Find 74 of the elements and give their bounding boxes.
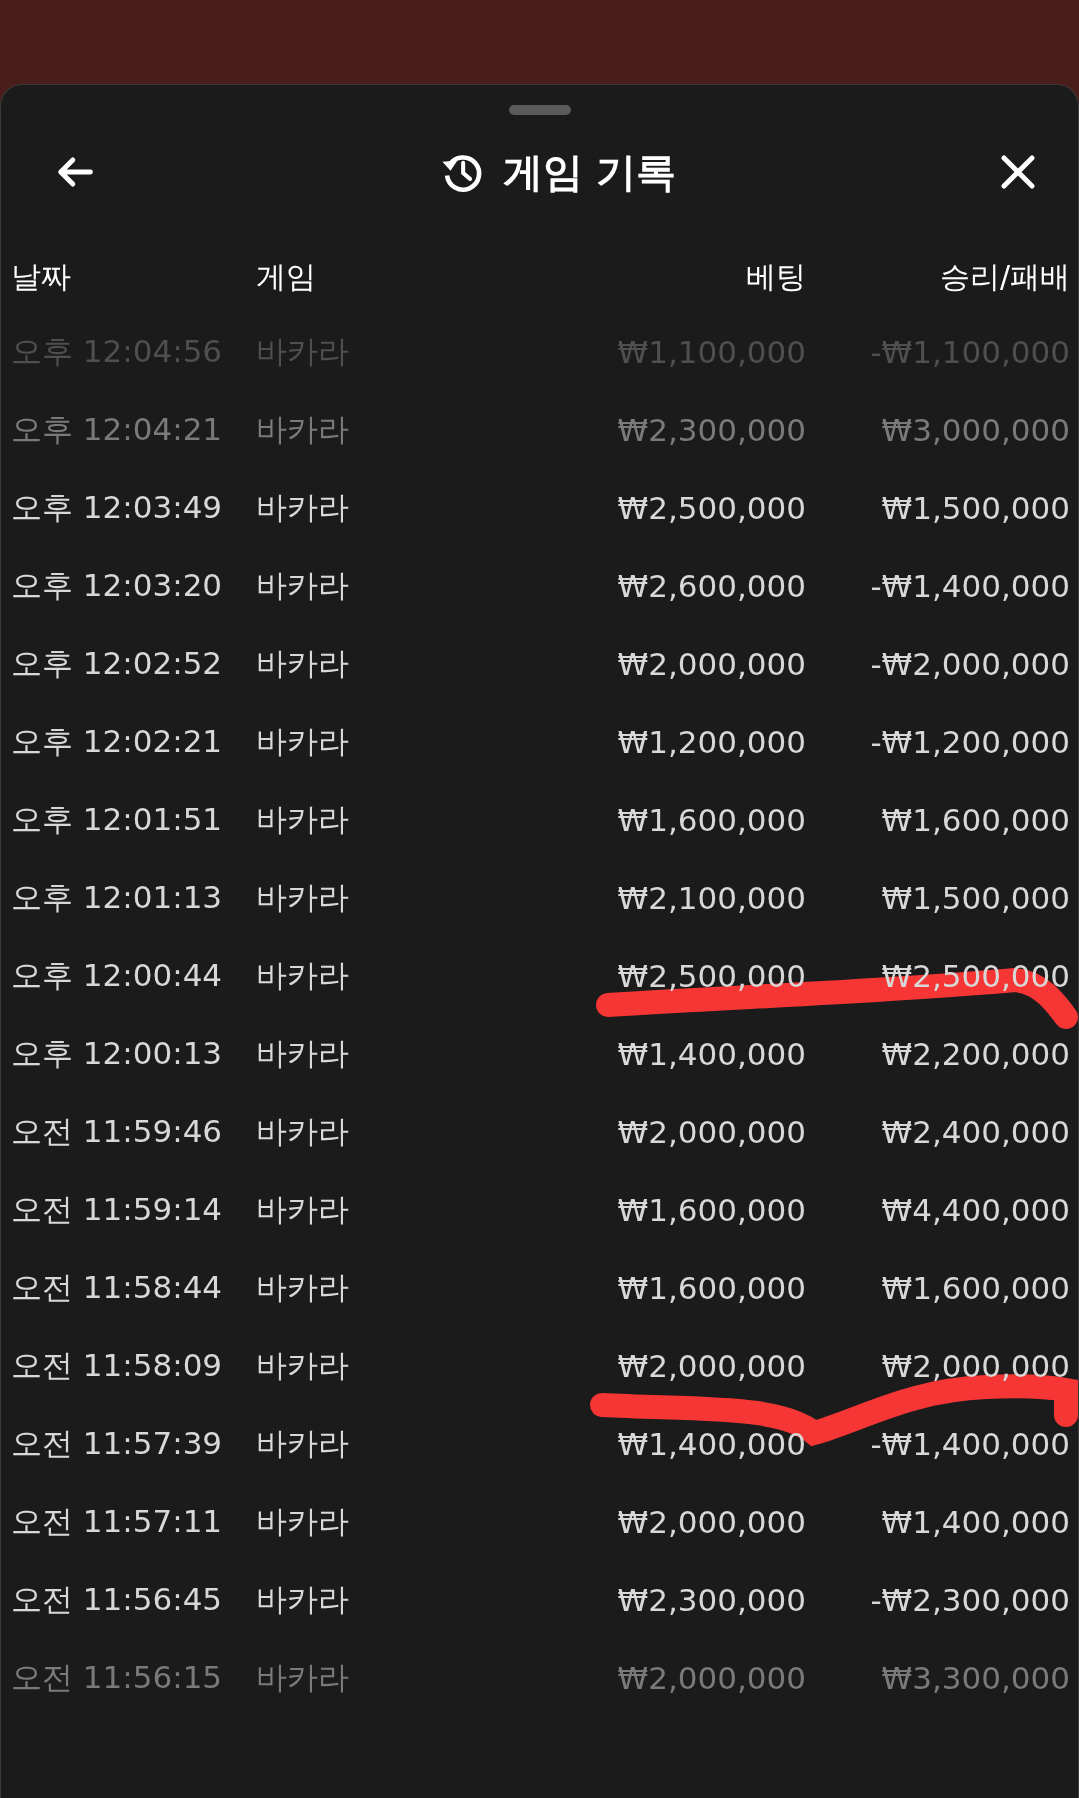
table-cell-text: 바카라 bbox=[256, 956, 350, 995]
table-cell-text: ₩2,200,000 bbox=[880, 1036, 1070, 1072]
table-cell-text: 오후 12:04:21 bbox=[11, 410, 224, 449]
table-cell-text: 바카라 bbox=[256, 1658, 350, 1697]
table-cell-text: 바카라 bbox=[256, 410, 350, 449]
table-cell-text: ₩2,300,000 bbox=[616, 1582, 806, 1618]
table-cell-text: -₩2,000,000 bbox=[869, 646, 1070, 682]
table-cell-text: 바카라 bbox=[256, 1424, 350, 1463]
table-cell-text: ₩1,600,000 bbox=[616, 1192, 806, 1228]
table-cell-text: ₩1,600,000 bbox=[616, 802, 806, 838]
drag-handle[interactable] bbox=[508, 105, 571, 115]
table-cell-text: 바카라 bbox=[256, 566, 350, 605]
table-cell-text: 오후 12:00:44 bbox=[11, 956, 224, 995]
column-header: 베팅 bbox=[745, 257, 806, 296]
table-cell-text: ₩2,000,000 bbox=[880, 1348, 1070, 1384]
table-cell-text: 바카라 bbox=[256, 722, 350, 761]
table-cell-text: ₩1,600,000 bbox=[616, 1270, 806, 1306]
table-cell-text: -₩1,400,000 bbox=[869, 1426, 1070, 1462]
table-cell-text: ₩3,000,000 bbox=[880, 412, 1070, 448]
table-cell-text: -₩1,400,000 bbox=[869, 568, 1070, 604]
table-cell-text: 오후 12:03:20 bbox=[11, 566, 224, 605]
table-cell-text: -₩2,300,000 bbox=[869, 1582, 1070, 1618]
table-cell-text: ₩1,400,000 bbox=[616, 1036, 806, 1072]
column-header: 게임 bbox=[256, 257, 317, 296]
table-cell-text: 바카라 bbox=[256, 878, 350, 917]
table-cell-text: 바카라 bbox=[256, 1346, 350, 1385]
table-cell-text: ₩1,400,000 bbox=[880, 1504, 1070, 1540]
table-cell-text: ₩1,500,000 bbox=[880, 490, 1070, 526]
table-cell-text: 바카라 bbox=[256, 1580, 350, 1619]
table-cell-text: 오전 11:59:14 bbox=[11, 1190, 224, 1229]
table-cell-text: ₩1,500,000 bbox=[880, 880, 1070, 916]
table-cell-text: 오후 12:02:21 bbox=[11, 722, 224, 761]
table-cell-text: ₩2,300,000 bbox=[616, 412, 806, 448]
table-cell-text: 바카라 bbox=[256, 800, 350, 839]
table-cell-text: 바카라 bbox=[256, 644, 350, 683]
table-cell-text: ₩2,400,000 bbox=[880, 1114, 1070, 1150]
table-cell-text: ₩1,400,000 bbox=[616, 1426, 806, 1462]
table-cell-text: 바카라 bbox=[256, 1034, 350, 1073]
table-cell-text: 오전 11:56:45 bbox=[11, 1580, 224, 1619]
table-cell-text: 오후 12:03:49 bbox=[11, 488, 224, 527]
column-header: 날짜 bbox=[11, 257, 72, 296]
table-cell-text: -₩1,200,000 bbox=[869, 724, 1070, 760]
table-cell-text: ₩2,100,000 bbox=[616, 880, 806, 916]
sheet-title: 게임 기록 bbox=[502, 147, 677, 197]
table-cell-text: ₩1,200,000 bbox=[616, 724, 806, 760]
table-cell-text: 바카라 bbox=[256, 1502, 350, 1541]
table-cell-text: ₩2,000,000 bbox=[616, 646, 806, 682]
table-cell-text: ₩2,000,000 bbox=[616, 1660, 806, 1696]
table-cell-text: ₩2,000,000 bbox=[616, 1348, 806, 1384]
table-cell-text: 오전 11:56:15 bbox=[11, 1658, 224, 1697]
table-cell-text: 바카라 bbox=[256, 1190, 350, 1229]
table-cell-text: 바카라 bbox=[256, 1112, 350, 1151]
table-cell-text: 오전 11:58:09 bbox=[11, 1346, 224, 1385]
table-cell-text: 오후 12:01:13 bbox=[11, 878, 224, 917]
table-cell-text: ₩4,400,000 bbox=[880, 1192, 1070, 1228]
table-cell-text: 오후 12:02:52 bbox=[11, 644, 224, 683]
table-cell-text: ₩2,000,000 bbox=[616, 1504, 806, 1540]
table-cell-text: ₩1,600,000 bbox=[880, 1270, 1070, 1306]
close-icon[interactable] bbox=[998, 152, 1038, 192]
table-cell-text: 오전 11:57:39 bbox=[11, 1424, 224, 1463]
table-cell-text: ₩2,600,000 bbox=[616, 568, 806, 604]
table-cell-text: 바카라 bbox=[256, 1268, 350, 1307]
table-cell-text: 오후 12:01:51 bbox=[11, 800, 224, 839]
table-cell-text: ₩2,000,000 bbox=[616, 1114, 806, 1150]
table-cell-text: ₩1,600,000 bbox=[880, 802, 1070, 838]
table-cell-text: 바카라 bbox=[256, 488, 350, 527]
table-cell-text: 오전 11:59:46 bbox=[11, 1112, 224, 1151]
table-cell-text: 오전 11:58:44 bbox=[11, 1268, 224, 1307]
table-cell-text: 오전 11:57:11 bbox=[11, 1502, 224, 1541]
table-cell-text: ₩2,500,000 bbox=[616, 958, 806, 994]
column-header: 승리/패배 bbox=[938, 257, 1070, 296]
table-cell-text: 오후 12:00:13 bbox=[11, 1034, 224, 1073]
table-cell-text: ₩3,300,000 bbox=[880, 1660, 1070, 1696]
table-cell-text: ₩2,500,000 bbox=[616, 490, 806, 526]
